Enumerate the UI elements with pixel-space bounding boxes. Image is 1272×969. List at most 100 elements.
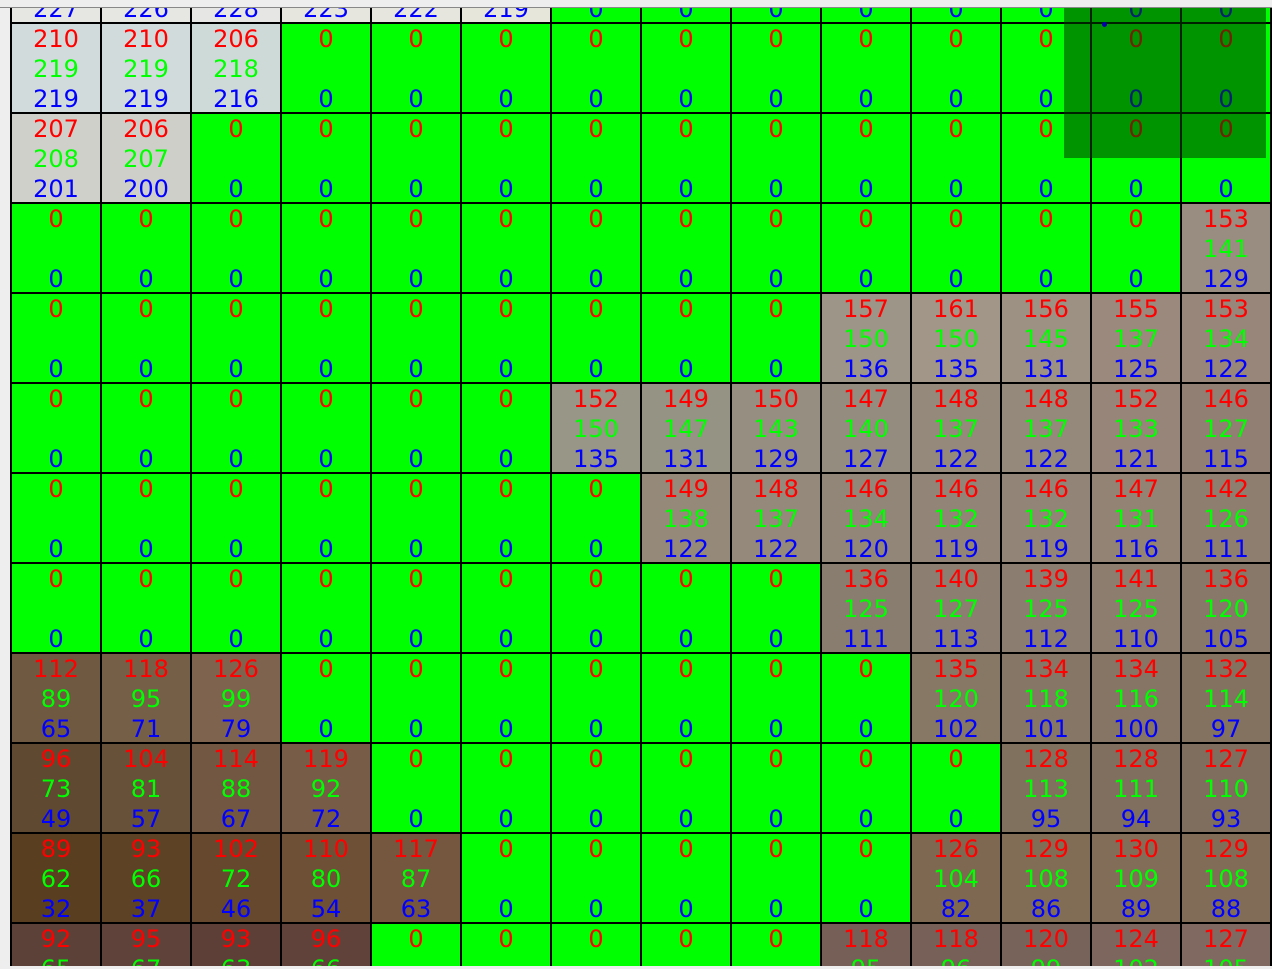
pixel-cell[interactable]: 00 (372, 924, 462, 969)
pixel-cell[interactable]: 00 (822, 834, 912, 924)
selection-overlay[interactable] (1064, 8, 1266, 158)
pixel-cell[interactable]: 126 99 79 (192, 654, 282, 744)
pixel-cell[interactable]: 135 120 102 (912, 654, 1002, 744)
pixel-cell[interactable]: 146 127 115 (1182, 384, 1272, 474)
selection-handle-icon[interactable] (1102, 22, 1107, 27)
pixel-cell[interactable]: 102 72 46 (192, 834, 282, 924)
pixel-cell[interactable]: 118 95 71 (102, 654, 192, 744)
pixel-cell[interactable]: 132 114 97 (1182, 654, 1272, 744)
pixel-cell[interactable]: 00 (552, 654, 642, 744)
pixel-cell[interactable]: 00 (552, 204, 642, 294)
pixel-cell[interactable]: 00 (192, 294, 282, 384)
pixel-cell[interactable]: 00 (552, 294, 642, 384)
pixel-cell[interactable]: 117 87 63 (372, 834, 462, 924)
pixel-cell[interactable]: 129 108 86 (1002, 834, 1092, 924)
pixel-cell[interactable]: 136 120 105 (1182, 564, 1272, 654)
pixel-cell[interactable]: 00 (102, 384, 192, 474)
pixel-cell[interactable]: 00 (282, 294, 372, 384)
pixel-cell[interactable]: 00 (552, 24, 642, 114)
pixel-cell[interactable]: 00 (462, 294, 552, 384)
pixel-cell[interactable]: 00 (642, 294, 732, 384)
pixel-cell[interactable]: 00 (822, 744, 912, 834)
pixel-cell[interactable]: 00 (282, 204, 372, 294)
pixel-cell[interactable]: 149 138 122 (642, 474, 732, 564)
pixel-cell[interactable]: 00 (282, 474, 372, 564)
pixel-cell[interactable]: 148 137 122 (1002, 384, 1092, 474)
pixel-cell[interactable]: 00 (732, 564, 822, 654)
pixel-cell[interactable]: 00 (282, 24, 372, 114)
pixel-cell[interactable]: 00 (102, 564, 192, 654)
pixel-cell[interactable]: 00 (462, 114, 552, 204)
pixel-cell[interactable]: 00 (372, 564, 462, 654)
pixel-cell[interactable]: 134 116 100 (1092, 654, 1182, 744)
pixel-cell[interactable]: 00 (192, 114, 282, 204)
pixel-cell[interactable]: 120 99 (1002, 924, 1092, 969)
pixel-grid-viewport[interactable]: 2272262282232222190000000000000000210219… (0, 0, 1272, 969)
pixel-cell[interactable]: 00 (552, 114, 642, 204)
pixel-cell[interactable]: 00 (372, 294, 462, 384)
pixel-cell[interactable]: 00 (642, 654, 732, 744)
pixel-cell[interactable]: 00 (462, 24, 552, 114)
pixel-cell[interactable]: 00 (462, 474, 552, 564)
pixel-cell[interactable]: 00 (102, 204, 192, 294)
pixel-cell[interactable]: 00 (462, 654, 552, 744)
pixel-cell[interactable]: 00 (462, 834, 552, 924)
pixel-cell[interactable]: 104 81 57 (102, 744, 192, 834)
pixel-cell[interactable]: 126 104 82 (912, 834, 1002, 924)
pixel-cell[interactable]: 00 (642, 834, 732, 924)
pixel-cell[interactable]: 00 (642, 204, 732, 294)
pixel-cell[interactable]: 00 (822, 654, 912, 744)
pixel-cell[interactable]: 110 80 54 (282, 834, 372, 924)
pixel-cell[interactable]: 00 (912, 24, 1002, 114)
pixel-cell[interactable]: 00 (372, 204, 462, 294)
pixel-cell[interactable]: 00 (102, 294, 192, 384)
pixel-cell[interactable]: 00 (732, 24, 822, 114)
pixel-cell[interactable]: 00 (282, 384, 372, 474)
pixel-cell[interactable]: 152 150 135 (552, 384, 642, 474)
pixel-cell[interactable]: 93 66 37 (102, 834, 192, 924)
pixel-cell[interactable]: 156 145 131 (1002, 294, 1092, 384)
pixel-cell[interactable]: 00 (102, 474, 192, 564)
pixel-cell[interactable]: 00 (462, 924, 552, 969)
pixel-cell[interactable]: 00 (372, 474, 462, 564)
pixel-cell[interactable]: 00 (642, 114, 732, 204)
pixel-cell[interactable]: 00 (12, 294, 102, 384)
pixel-cell[interactable]: 130 109 89 (1092, 834, 1182, 924)
pixel-cell[interactable]: 210 219 219 (12, 24, 102, 114)
pixel-cell[interactable]: 141 125 110 (1092, 564, 1182, 654)
pixel-cell[interactable]: 00 (372, 654, 462, 744)
pixel-cell[interactable]: 00 (822, 204, 912, 294)
pixel-cell[interactable]: 129 108 88 (1182, 834, 1272, 924)
pixel-cell[interactable]: 142 126 111 (1182, 474, 1272, 564)
pixel-cell[interactable]: 140 127 113 (912, 564, 1002, 654)
pixel-cell[interactable]: 161 150 135 (912, 294, 1002, 384)
pixel-cell[interactable]: 128 111 94 (1092, 744, 1182, 834)
pixel-cell[interactable]: 00 (192, 474, 282, 564)
pixel-cell[interactable]: 00 (642, 24, 732, 114)
pixel-cell[interactable]: 00 (552, 744, 642, 834)
pixel-cell[interactable]: 00 (732, 924, 822, 969)
pixel-cell[interactable]: 155 137 125 (1092, 294, 1182, 384)
pixel-cell[interactable]: 00 (1002, 204, 1092, 294)
pixel-cell[interactable]: 00 (732, 114, 822, 204)
pixel-cell[interactable]: 148 137 122 (912, 384, 1002, 474)
pixel-cell[interactable]: 00 (12, 384, 102, 474)
pixel-cell[interactable]: 00 (732, 834, 822, 924)
pixel-cell[interactable]: 92 65 (12, 924, 102, 969)
pixel-cell[interactable]: 00 (192, 564, 282, 654)
pixel-cell[interactable]: 00 (372, 114, 462, 204)
pixel-cell[interactable]: 00 (1092, 204, 1182, 294)
pixel-cell[interactable]: 00 (552, 564, 642, 654)
pixel-cell[interactable]: 153 141 129 (1182, 204, 1272, 294)
pixel-cell[interactable]: 89 62 32 (12, 834, 102, 924)
pixel-cell[interactable]: 00 (282, 654, 372, 744)
pixel-cell[interactable]: 00 (642, 744, 732, 834)
pixel-cell[interactable]: 146 132 119 (912, 474, 1002, 564)
pixel-cell[interactable]: 147 131 116 (1092, 474, 1182, 564)
pixel-cell[interactable]: 00 (282, 564, 372, 654)
pixel-cell[interactable]: 00 (642, 564, 732, 654)
pixel-cell[interactable]: 119 92 72 (282, 744, 372, 834)
pixel-cell[interactable]: 00 (822, 24, 912, 114)
pixel-cell[interactable]: 95 67 (102, 924, 192, 969)
pixel-cell[interactable]: 00 (552, 474, 642, 564)
